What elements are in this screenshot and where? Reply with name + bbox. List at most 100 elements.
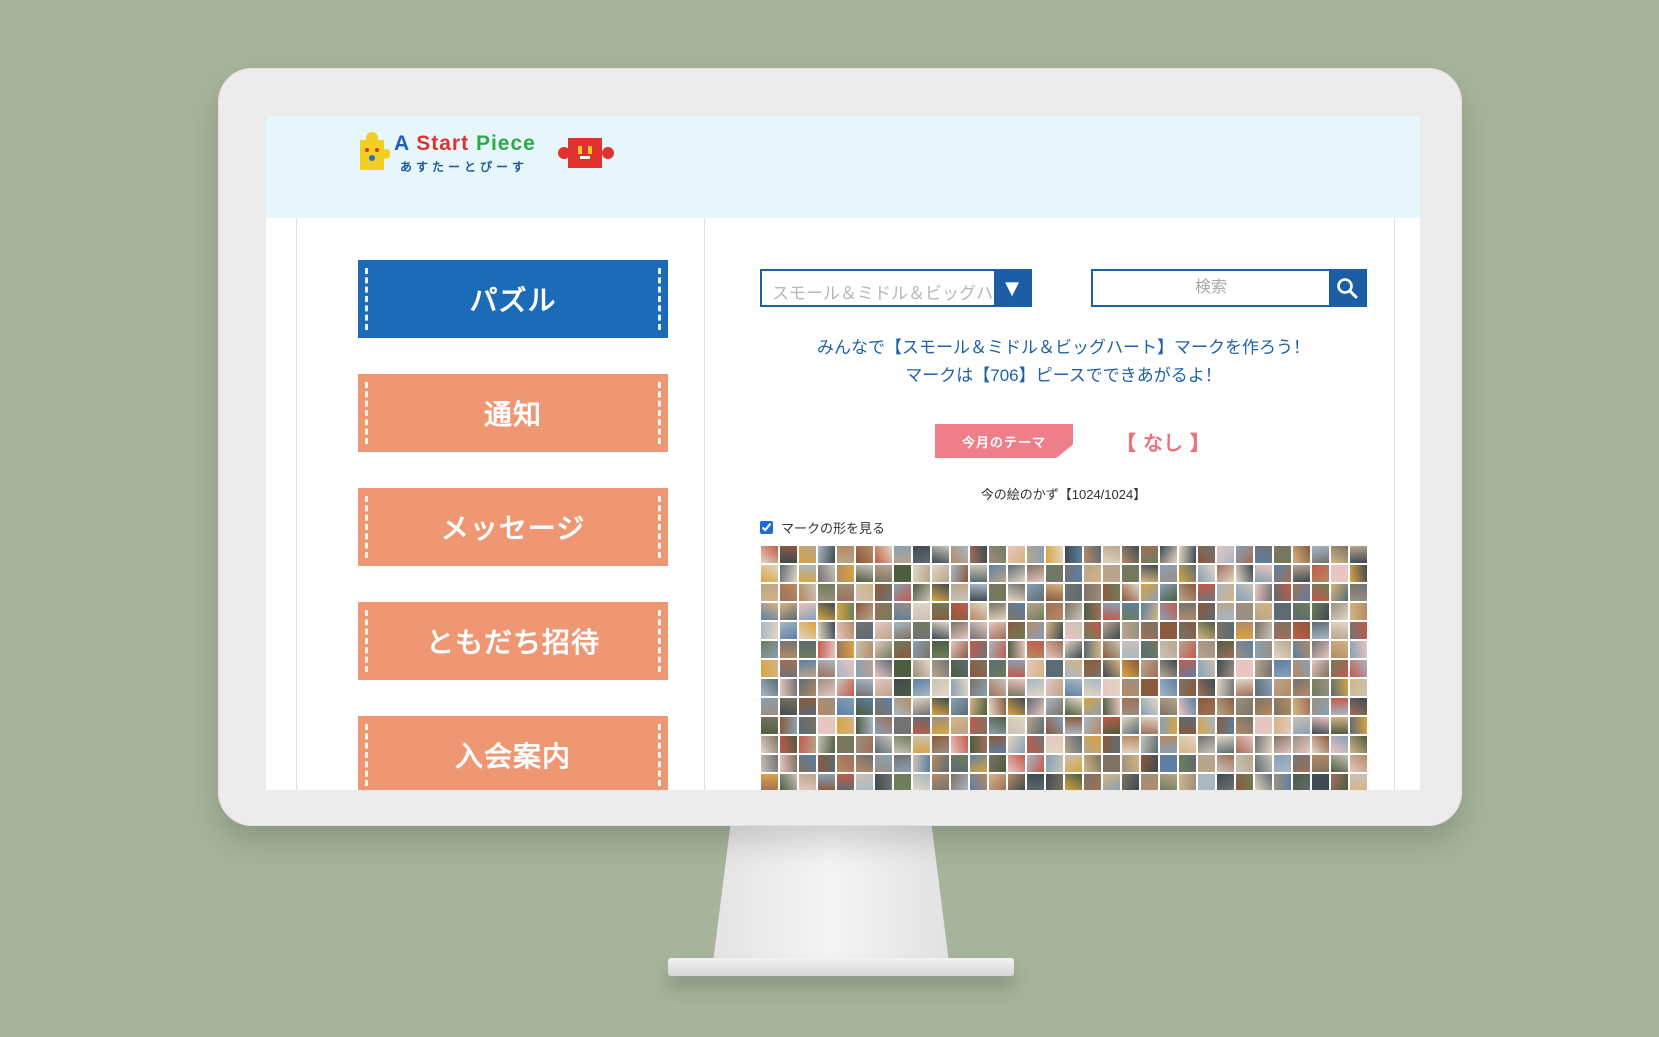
mosaic-tile[interactable] [1178,621,1197,640]
mosaic-tile[interactable] [931,735,950,754]
mosaic-tile[interactable] [1121,716,1140,735]
mosaic-tile[interactable] [1178,735,1197,754]
mosaic-tile[interactable] [855,640,874,659]
mosaic-tile[interactable] [988,735,1007,754]
mosaic-tile[interactable] [988,716,1007,735]
mosaic-tile[interactable] [1273,545,1292,564]
mosaic-tile[interactable] [912,545,931,564]
mosaic-tile[interactable] [1083,697,1102,716]
mosaic-tile[interactable] [969,564,988,583]
mosaic-tile[interactable] [1102,640,1121,659]
mosaic-tile[interactable] [798,545,817,564]
mosaic-tile[interactable] [1330,678,1349,697]
mosaic-tile[interactable] [1159,583,1178,602]
mosaic-tile[interactable] [912,621,931,640]
mosaic-tile[interactable] [855,754,874,773]
mosaic-tile[interactable] [836,602,855,621]
mosaic-tile[interactable] [836,564,855,583]
mosaic-tile[interactable] [988,545,1007,564]
mosaic-tile[interactable] [1292,773,1311,790]
mosaic-tile[interactable] [1064,735,1083,754]
mosaic-tile[interactable] [1064,621,1083,640]
mosaic-tile[interactable] [1292,602,1311,621]
mosaic-tile[interactable] [1197,678,1216,697]
mosaic-tile[interactable] [1311,773,1330,790]
mosaic-tile[interactable] [1216,640,1235,659]
mosaic-tile[interactable] [1311,678,1330,697]
mosaic-tile[interactable] [1083,621,1102,640]
mosaic-tile[interactable] [1121,621,1140,640]
mosaic-tile[interactable] [855,659,874,678]
mosaic-tile[interactable] [760,564,779,583]
mosaic-tile[interactable] [1083,602,1102,621]
mosaic-tile[interactable] [1083,564,1102,583]
mosaic-tile[interactable] [1121,583,1140,602]
mosaic-tile[interactable] [1254,621,1273,640]
mosaic-tile[interactable] [912,735,931,754]
mosaic-tile[interactable] [760,735,779,754]
mosaic-tile[interactable] [1311,659,1330,678]
mosaic-tile[interactable] [1311,716,1330,735]
mosaic-tile[interactable] [1026,678,1045,697]
mosaic-tile[interactable] [1159,754,1178,773]
mosaic-tile[interactable] [1045,754,1064,773]
search-input[interactable] [1093,271,1329,305]
mosaic-tile[interactable] [1045,602,1064,621]
mosaic-tile[interactable] [1178,545,1197,564]
mosaic-tile[interactable] [1026,659,1045,678]
mosaic-tile[interactable] [893,697,912,716]
mosaic-tile[interactable] [988,659,1007,678]
mosaic-tile[interactable] [874,583,893,602]
mosaic-tile[interactable] [798,602,817,621]
mosaic-tile[interactable] [855,735,874,754]
site-logo[interactable]: A Start Piece あすたーとぴーす [356,120,636,184]
mosaic-tile[interactable] [1064,697,1083,716]
mosaic-tile[interactable] [760,659,779,678]
mosaic-tile[interactable] [1178,602,1197,621]
mosaic-tile[interactable] [1330,564,1349,583]
mosaic-tile[interactable] [1197,754,1216,773]
mosaic-tile[interactable] [1102,621,1121,640]
mosaic-tile[interactable] [912,564,931,583]
mosaic-tile[interactable] [836,621,855,640]
mosaic-tile[interactable] [1254,583,1273,602]
mosaic-tile[interactable] [893,678,912,697]
mosaic-tile[interactable] [1140,716,1159,735]
mosaic-tile[interactable] [931,678,950,697]
mosaic-tile[interactable] [1159,773,1178,790]
mosaic-tile[interactable] [779,640,798,659]
mosaic-tile[interactable] [836,697,855,716]
mosaic-tile[interactable] [1159,678,1178,697]
mosaic-tile[interactable] [874,697,893,716]
mosaic-tile[interactable] [931,773,950,790]
mosaic-tile[interactable] [1064,773,1083,790]
mosaic-tile[interactable] [1159,602,1178,621]
mosaic-tile[interactable] [779,754,798,773]
mosaic-tile[interactable] [1121,602,1140,621]
mosaic-tile[interactable] [1235,697,1254,716]
mosaic-tile[interactable] [1235,735,1254,754]
mosaic-tile[interactable] [779,697,798,716]
mosaic-tile[interactable] [817,754,836,773]
mosaic-tile[interactable] [798,697,817,716]
mosaic-tile[interactable] [1045,678,1064,697]
mosaic-tile[interactable] [1216,602,1235,621]
mosaic-tile[interactable] [1235,564,1254,583]
mosaic-tile[interactable] [1102,697,1121,716]
mosaic-tile[interactable] [893,602,912,621]
mosaic-tile[interactable] [1102,716,1121,735]
mosaic-tile[interactable] [1254,697,1273,716]
mosaic-tile[interactable] [1159,545,1178,564]
mosaic-tile[interactable] [1292,583,1311,602]
mosaic-tile[interactable] [1292,621,1311,640]
mosaic-tile[interactable] [779,716,798,735]
mosaic-tile[interactable] [1349,773,1368,790]
mosaic-tile[interactable] [855,678,874,697]
mosaic-tile[interactable] [988,583,1007,602]
mosaic-tile[interactable] [798,621,817,640]
mosaic-tile[interactable] [1235,621,1254,640]
mosaic-tile[interactable] [836,754,855,773]
mosaic-tile[interactable] [779,659,798,678]
mosaic-tile[interactable] [950,678,969,697]
mosaic-tile[interactable] [969,640,988,659]
